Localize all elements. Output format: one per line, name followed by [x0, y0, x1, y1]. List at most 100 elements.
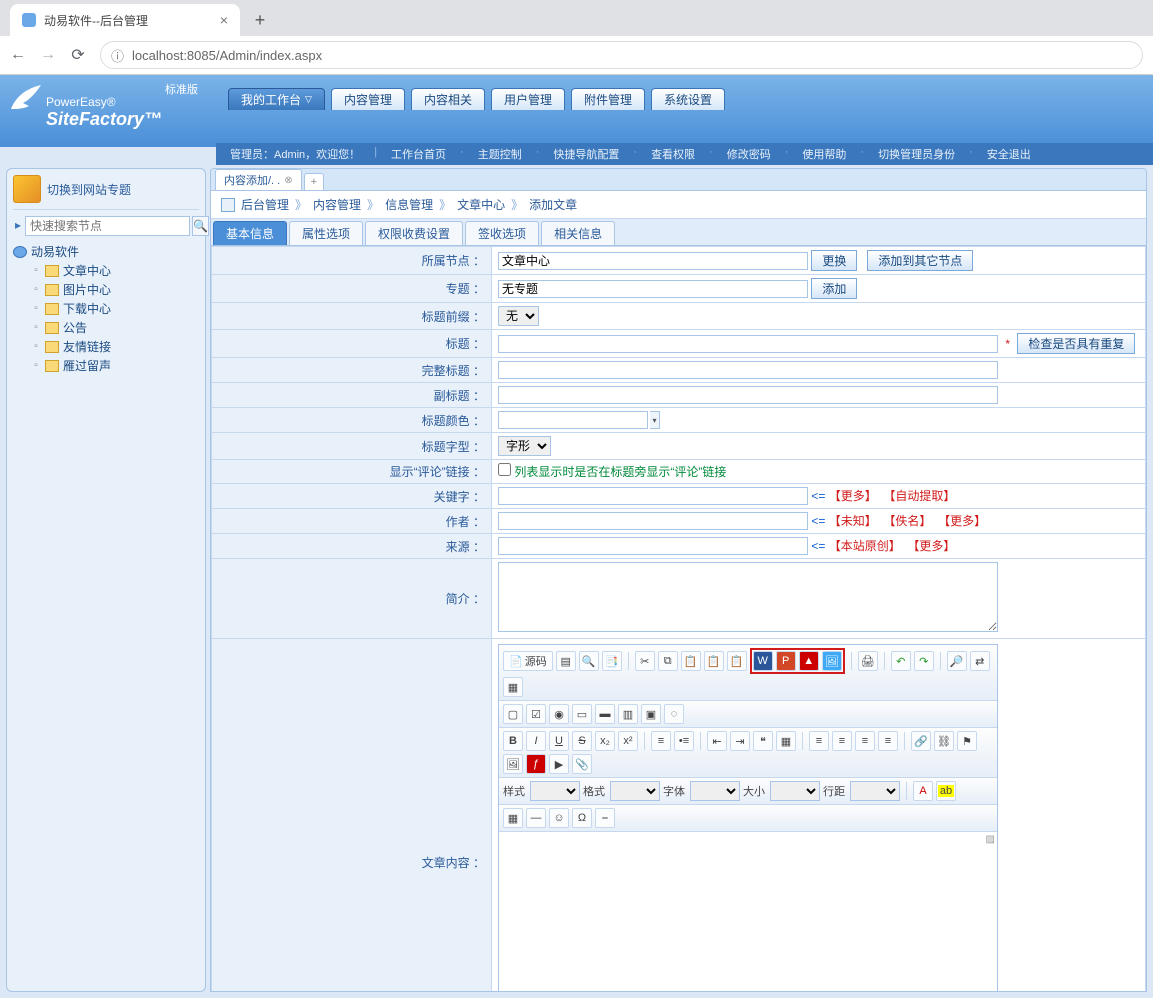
- search-button[interactable]: 🔍: [192, 216, 209, 236]
- back-icon[interactable]: ←: [10, 46, 26, 64]
- topic-input[interactable]: [498, 280, 808, 298]
- more-link[interactable]: 【更多】: [938, 514, 986, 528]
- italic-icon[interactable]: I: [526, 731, 546, 751]
- sb-link-help[interactable]: 使用帮助: [802, 146, 846, 162]
- mainnav-attach[interactable]: 附件管理: [571, 88, 645, 110]
- bc-item[interactable]: 内容管理: [313, 196, 361, 213]
- editor-content[interactable]: ▨: [499, 832, 997, 992]
- new-tab-button[interactable]: +: [246, 6, 274, 34]
- more-link[interactable]: 【更多】: [829, 489, 877, 503]
- source-button[interactable]: 📄 源码: [503, 651, 553, 671]
- tab-close-icon[interactable]: ×: [220, 12, 228, 28]
- paste-text-icon[interactable]: 📋: [704, 651, 724, 671]
- home-icon[interactable]: [221, 198, 235, 212]
- title-color-input[interactable]: [498, 411, 648, 429]
- tab-basic[interactable]: 基本信息: [213, 221, 287, 245]
- reload-icon[interactable]: ⟳: [70, 45, 86, 65]
- sb-link-theme[interactable]: 主题控制: [478, 146, 522, 162]
- replace-node-button[interactable]: 更换: [811, 250, 857, 271]
- replace-icon[interactable]: ⇄: [970, 651, 990, 671]
- checkbox-icon[interactable]: ☑: [526, 704, 546, 724]
- ul-icon[interactable]: •≡: [674, 731, 694, 751]
- bc-item[interactable]: 后台管理: [241, 196, 289, 213]
- tab-sign[interactable]: 签收选项: [465, 221, 539, 245]
- tree-item[interactable]: ▫文章中心: [31, 261, 199, 280]
- mainnav-content[interactable]: 内容管理: [331, 88, 405, 110]
- newpage-icon[interactable]: ▤: [556, 651, 576, 671]
- attach-icon[interactable]: 📎: [572, 754, 592, 774]
- blockquote-icon[interactable]: ❝: [753, 731, 773, 751]
- sb-link-home[interactable]: 工作台首页: [391, 146, 446, 162]
- tree-item[interactable]: ▫友情链接: [31, 337, 199, 356]
- link-icon[interactable]: 🔗: [911, 731, 931, 751]
- more-link[interactable]: 【更多】: [907, 539, 955, 553]
- size-select[interactable]: [770, 781, 820, 801]
- flash-icon[interactable]: ƒ: [526, 754, 546, 774]
- div-icon[interactable]: ▦: [776, 731, 796, 751]
- bold-icon[interactable]: B: [503, 731, 523, 751]
- cut-icon[interactable]: ✂: [635, 651, 655, 671]
- paste-icon[interactable]: 📋: [681, 651, 701, 671]
- tree-item[interactable]: ▫公告: [31, 318, 199, 337]
- tab-fee[interactable]: 权限收费设置: [365, 221, 463, 245]
- mainnav-system[interactable]: 系统设置: [651, 88, 725, 110]
- outdent-icon[interactable]: ⇤: [707, 731, 727, 751]
- sb-link-quicknav[interactable]: 快捷导航配置: [553, 146, 619, 162]
- table-icon[interactable]: ▦: [503, 808, 523, 828]
- redo-icon[interactable]: ↷: [914, 651, 934, 671]
- font-select2[interactable]: [690, 781, 740, 801]
- pagebreak-icon[interactable]: ⎯: [595, 808, 615, 828]
- prefix-select[interactable]: 无: [498, 306, 539, 326]
- sb-link-switch[interactable]: 切换管理员身份: [878, 146, 955, 162]
- select-icon[interactable]: ▥: [618, 704, 638, 724]
- textfield-icon[interactable]: ▭: [572, 704, 592, 724]
- tree-root[interactable]: 动易软件: [13, 242, 199, 261]
- mainnav-user[interactable]: 用户管理: [491, 88, 565, 110]
- auto-extract-link[interactable]: 【自动提取】: [883, 489, 955, 503]
- tab-related[interactable]: 相关信息: [541, 221, 615, 245]
- thissite-link[interactable]: 【本站原创】: [829, 539, 901, 553]
- subtitle-input[interactable]: [498, 386, 998, 404]
- specialchar-icon[interactable]: Ω: [572, 808, 592, 828]
- mainnav-workbench[interactable]: 我的工作台▽: [228, 88, 325, 110]
- anon-link[interactable]: 【佚名】: [883, 514, 931, 528]
- image-icon[interactable]: 🖼: [503, 754, 523, 774]
- address-bar[interactable]: ⓘ localhost:8085/Admin/index.aspx: [100, 41, 1143, 69]
- bc-item[interactable]: 文章中心: [457, 196, 505, 213]
- indent-icon[interactable]: ⇥: [730, 731, 750, 751]
- show-comment-checkbox[interactable]: [498, 463, 511, 476]
- forward-icon[interactable]: →: [40, 46, 56, 64]
- word-import-icon[interactable]: W: [753, 651, 773, 671]
- copy-icon[interactable]: ⧉: [658, 651, 678, 671]
- bc-item[interactable]: 信息管理: [385, 196, 433, 213]
- hidden-icon[interactable]: ◌: [664, 704, 684, 724]
- tree-item[interactable]: ▫下载中心: [31, 299, 199, 318]
- strike-icon[interactable]: S: [572, 731, 592, 751]
- expand-all-icon[interactable]: ▸: [13, 216, 23, 236]
- doc-tab-add[interactable]: +: [304, 173, 324, 190]
- template-icon[interactable]: 📑: [602, 651, 622, 671]
- textarea-icon[interactable]: ▬: [595, 704, 615, 724]
- image-import-icon[interactable]: 🖼: [822, 651, 842, 671]
- emoji-icon[interactable]: ☺: [549, 808, 569, 828]
- sb-link-perm[interactable]: 查看权限: [651, 146, 695, 162]
- node-input[interactable]: [498, 252, 808, 270]
- fulltitle-input[interactable]: [498, 361, 998, 379]
- node-search-input[interactable]: [25, 216, 190, 236]
- add-topic-button[interactable]: 添加: [811, 278, 857, 299]
- align-right-icon[interactable]: ≡: [855, 731, 875, 751]
- mainnav-related[interactable]: 内容相关: [411, 88, 485, 110]
- tab-attr[interactable]: 属性选项: [289, 221, 363, 245]
- selectall-icon[interactable]: ▦: [503, 677, 523, 697]
- pdf-import-icon[interactable]: ▲: [799, 651, 819, 671]
- add-other-node-button[interactable]: 添加到其它节点: [867, 250, 973, 271]
- author-input[interactable]: [498, 512, 808, 530]
- browser-tab[interactable]: 动易软件--后台管理 ×: [10, 4, 240, 36]
- preview-icon[interactable]: 🔍: [579, 651, 599, 671]
- unlink-icon[interactable]: ⛓: [934, 731, 954, 751]
- check-dup-button[interactable]: 检查是否具有重复: [1017, 333, 1135, 354]
- find-icon[interactable]: 🔎: [947, 651, 967, 671]
- tree-item[interactable]: ▫雁过留声: [31, 356, 199, 375]
- format-select[interactable]: [610, 781, 660, 801]
- sb-link-pwd[interactable]: 修改密码: [727, 146, 771, 162]
